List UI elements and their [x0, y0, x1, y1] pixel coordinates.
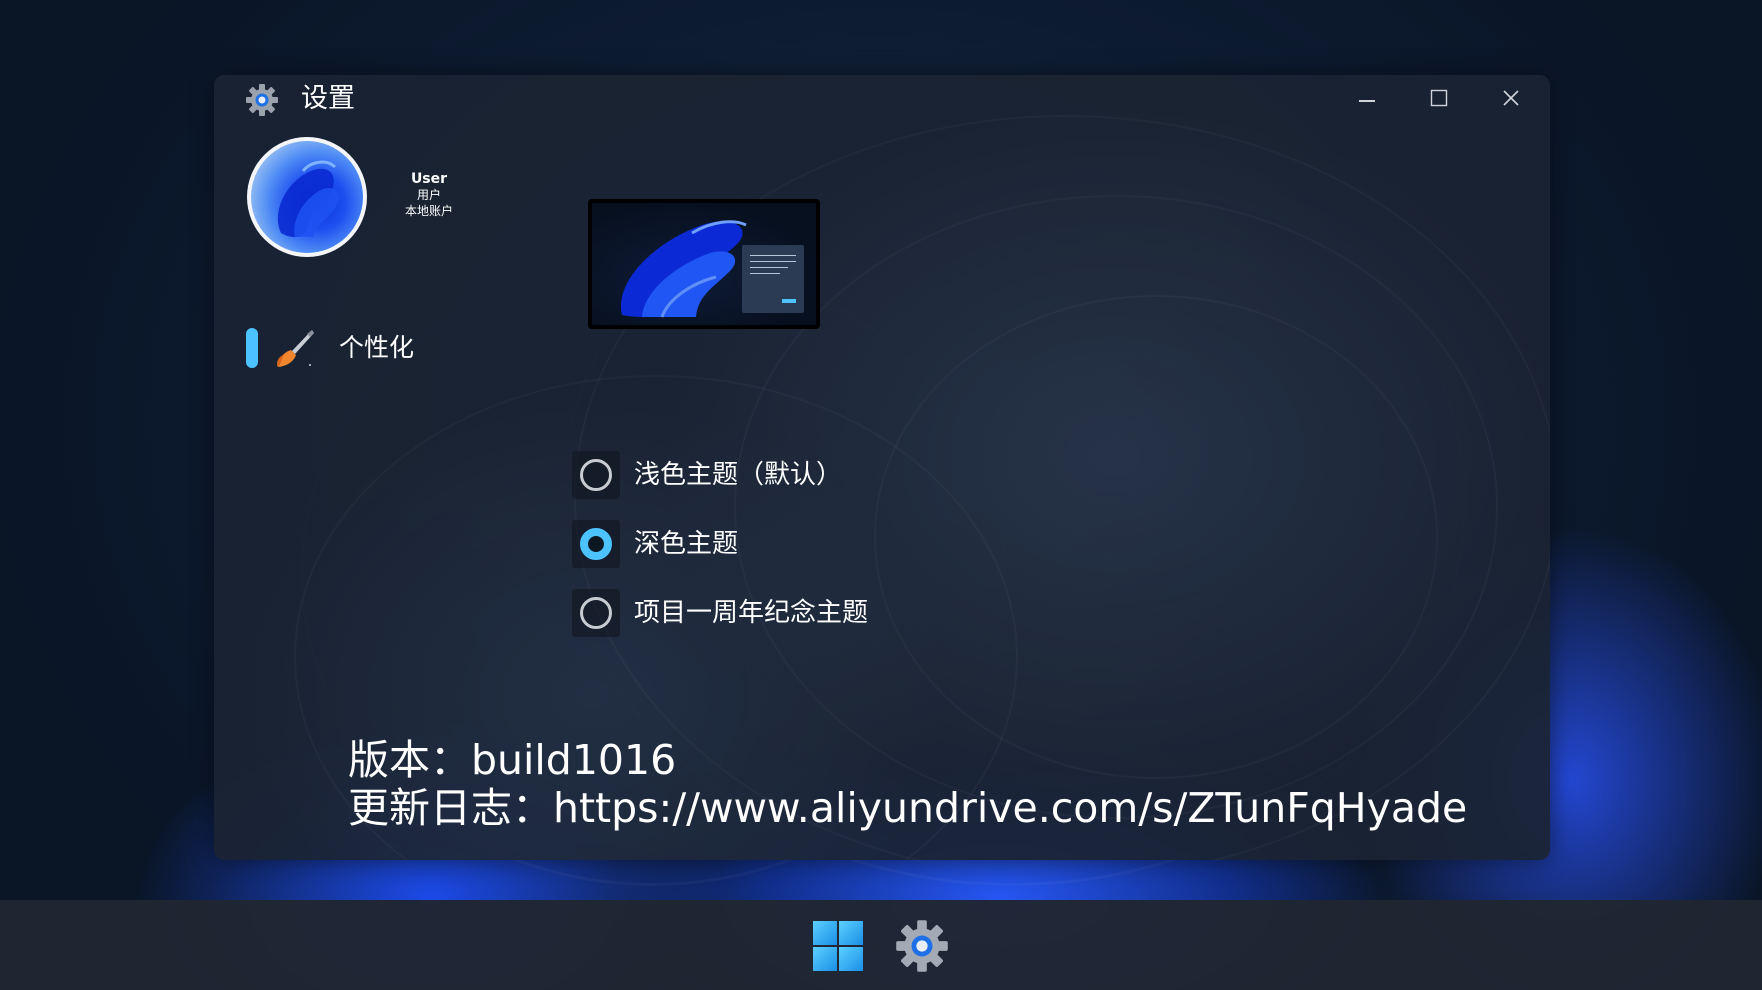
theme-option-anniversary[interactable]: 项目一周年纪念主题 [572, 589, 992, 637]
maximize-icon [1430, 89, 1448, 107]
radio-container [572, 589, 620, 637]
close-button[interactable] [1488, 79, 1534, 117]
sidebar-item-personalization[interactable]: 个性化 [246, 325, 486, 371]
windows-logo-tile [839, 947, 863, 971]
preview-text-line [750, 273, 780, 274]
settings-window: 设置 User 用户 本地账户 个性化 浅色主题（默认） 深色主题 项目一周年纪… [214, 75, 1550, 860]
theme-option-light[interactable]: 浅色主题（默认） [572, 451, 992, 499]
radio-button-unchecked[interactable] [580, 459, 612, 491]
changelog-link[interactable]: 更新日志：https://www.aliyundrive.com/s/ZTunF… [348, 783, 1467, 833]
preview-accent-button [782, 299, 796, 303]
theme-option-label: 浅色主题（默认） [634, 460, 843, 490]
desktop-wallpaper: 设置 User 用户 本地账户 个性化 浅色主题（默认） 深色主题 项目一周年纪… [0, 0, 1762, 990]
user-account-type: 本地账户 [404, 204, 453, 218]
preview-desktop [592, 203, 816, 325]
windows-logo-tile [839, 921, 863, 945]
radio-button-unchecked[interactable] [580, 597, 612, 629]
preview-text-line [750, 255, 796, 256]
theme-option-label: 项目一周年纪念主题 [634, 598, 869, 628]
theme-option-dark[interactable]: 深色主题 [572, 520, 992, 568]
taskbar [0, 900, 1762, 990]
preview-text-line [750, 267, 788, 268]
windows-start-button[interactable] [813, 921, 863, 971]
settings-gear-icon [246, 84, 278, 116]
sidebar-item-label: 个性化 [339, 333, 415, 362]
windows-logo-tile [813, 947, 837, 971]
bloom-wallpaper-icon [277, 160, 340, 238]
user-name: User [410, 171, 448, 187]
preview-text-line [750, 261, 796, 262]
theme-preview [588, 199, 820, 329]
avatar-image [251, 141, 363, 253]
radio-container [572, 520, 620, 568]
settings-gear-icon[interactable] [893, 917, 951, 975]
user-role: 用户 [416, 188, 441, 202]
window-title: 设置 [301, 83, 355, 114]
user-avatar[interactable] [247, 137, 367, 257]
user-info: User 用户 本地账户 [394, 171, 464, 219]
windows-logo-tile [813, 921, 837, 945]
minimize-icon [1359, 100, 1375, 102]
theme-option-label: 深色主题 [634, 529, 739, 559]
close-icon [1503, 90, 1519, 106]
maximize-button[interactable] [1416, 79, 1462, 117]
preview-window [742, 245, 804, 313]
window-bg-swirl [734, 195, 1498, 819]
radio-button-checked[interactable] [580, 528, 612, 560]
minimize-button[interactable] [1344, 79, 1390, 117]
paintbrush-icon [276, 330, 314, 367]
version-text: 版本：build1016 [348, 736, 677, 784]
selected-indicator [246, 328, 258, 368]
radio-container [572, 451, 620, 499]
